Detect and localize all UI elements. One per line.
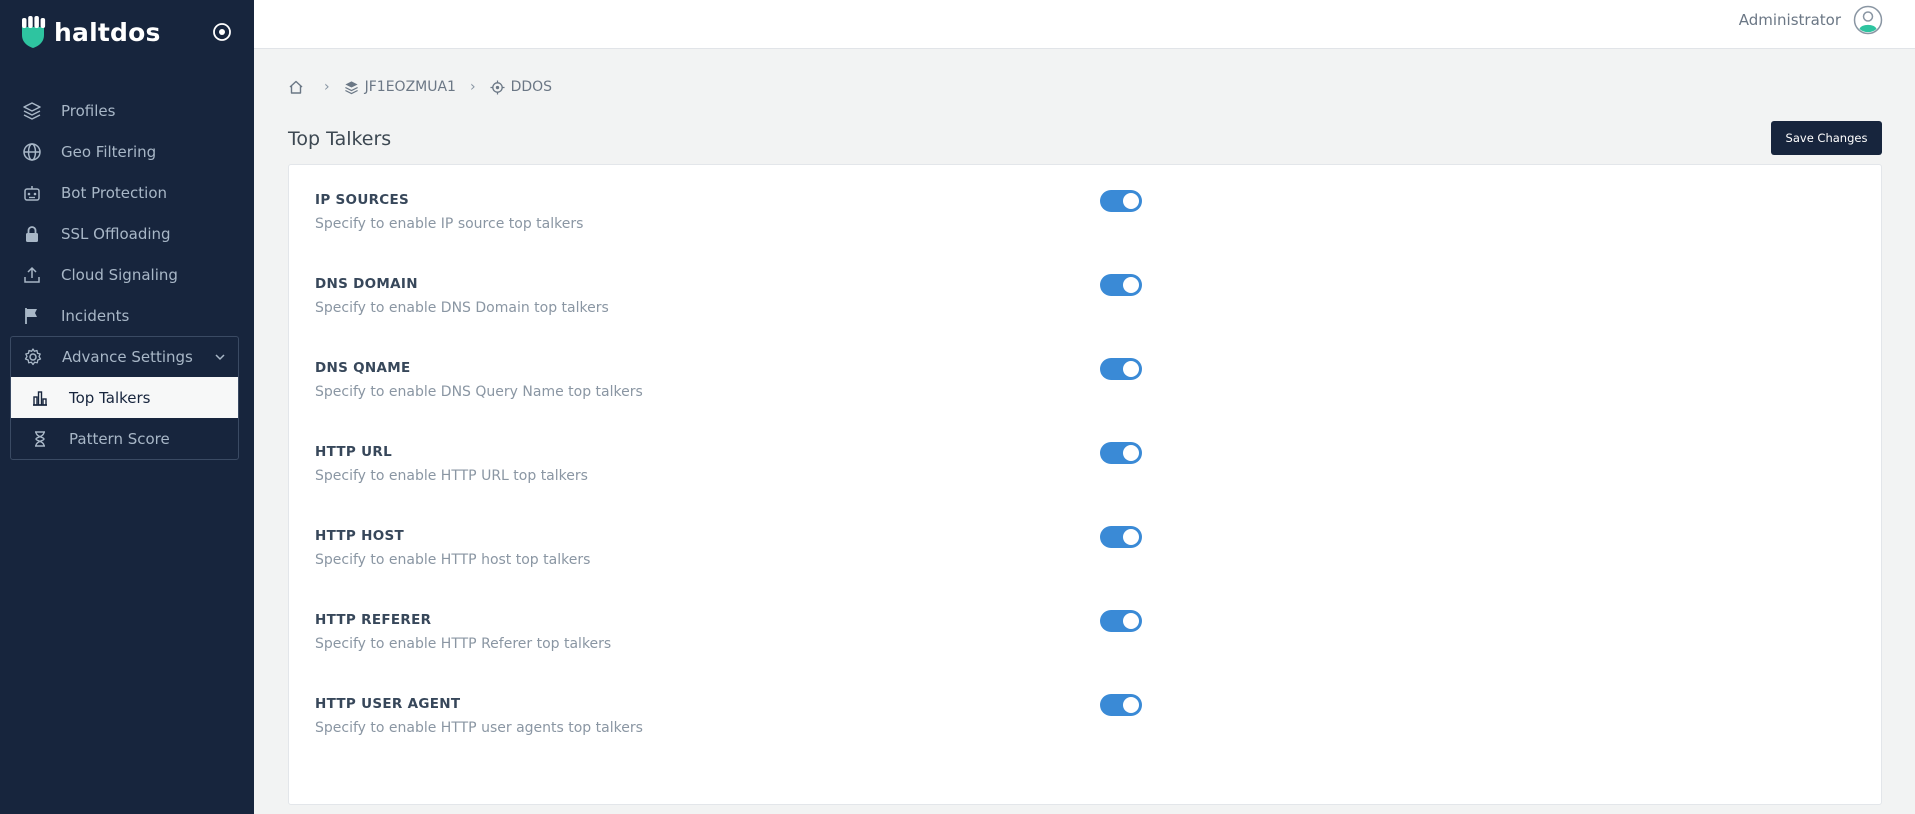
http-host-toggle[interactable] bbox=[1100, 526, 1142, 548]
sidebar-item-label: Advance Settings bbox=[62, 348, 193, 366]
setting-description: Specify to enable IP source top talkers bbox=[315, 216, 584, 232]
breadcrumb-module-label: DDOS bbox=[510, 79, 553, 95]
page-title: Top Talkers bbox=[288, 128, 392, 150]
breadcrumb-separator: › bbox=[324, 79, 330, 95]
setting-http-host: HTTP HOST Specify to enable HTTP host to… bbox=[315, 526, 1215, 588]
dns-domain-toggle[interactable] bbox=[1100, 274, 1142, 296]
user-name: Administrator bbox=[1738, 11, 1841, 29]
setting-title: HTTP HOST bbox=[315, 528, 405, 544]
robot-icon bbox=[22, 183, 42, 203]
sidebar-item-advance-settings[interactable]: Advance Settings bbox=[11, 337, 238, 377]
setting-http-user-agent: HTTP USER AGENT Specify to enable HTTP u… bbox=[315, 694, 1215, 756]
setting-description: Specify to enable DNS Domain top talkers bbox=[315, 300, 609, 316]
setting-http-referer: HTTP REFERER Specify to enable HTTP Refe… bbox=[315, 610, 1215, 672]
sidebar-item-label: Geo Filtering bbox=[61, 142, 157, 161]
setting-ip-sources: IP SOURCES Specify to enable IP source t… bbox=[315, 190, 1215, 252]
sidebar-item-geo-filtering[interactable]: Geo Filtering bbox=[10, 131, 239, 172]
breadcrumb: › JF1EOZMUA1 › DDOS bbox=[288, 76, 552, 98]
globe-icon bbox=[22, 142, 42, 162]
breadcrumb-profile-label: JF1EOZMUA1 bbox=[364, 79, 456, 95]
setting-title: HTTP REFERER bbox=[315, 612, 432, 628]
sidebar-item-label: Incidents bbox=[61, 306, 130, 325]
setting-dns-qname: DNS QNAME Specify to enable DNS Query Na… bbox=[315, 358, 1215, 420]
avatar-icon[interactable] bbox=[1853, 5, 1883, 35]
setting-title: HTTP USER AGENT bbox=[315, 696, 461, 712]
setting-title: IP SOURCES bbox=[315, 192, 410, 208]
sidebar-item-label: Bot Protection bbox=[61, 183, 168, 202]
user-menu[interactable]: Administrator bbox=[1739, 4, 1883, 36]
toggle-knob bbox=[1123, 361, 1139, 377]
toggle-knob bbox=[1123, 193, 1139, 209]
sidebar-item-label: SSL Offloading bbox=[61, 224, 171, 243]
toggle-knob bbox=[1123, 697, 1139, 713]
setting-description: Specify to enable HTTP Referer top talke… bbox=[315, 636, 612, 652]
sidebar-item-ssl-offloading[interactable]: SSL Offloading bbox=[10, 213, 239, 254]
collapse-sidebar-button[interactable] bbox=[210, 20, 234, 44]
upload-icon bbox=[22, 265, 42, 285]
sidebar-item-label: Cloud Signaling bbox=[61, 265, 178, 284]
http-user-agent-toggle[interactable] bbox=[1100, 694, 1142, 716]
setting-title: HTTP URL bbox=[315, 444, 392, 460]
sidebar-subitem-top-talkers[interactable]: Top Talkers bbox=[11, 377, 238, 418]
toggle-knob bbox=[1123, 613, 1139, 629]
sidebar-item-profiles[interactable]: Profiles bbox=[10, 90, 239, 131]
settings-card: IP SOURCES Specify to enable IP source t… bbox=[288, 164, 1882, 805]
breadcrumb-module[interactable]: DDOS bbox=[490, 79, 552, 95]
crosshair-icon bbox=[490, 79, 505, 95]
sidebar-item-label: Profiles bbox=[61, 101, 116, 120]
sidebar-subitem-label: Pattern Score bbox=[69, 429, 170, 448]
lock-icon bbox=[22, 224, 42, 244]
sidebar-nav: Profiles Geo Filtering Bot Protection SS… bbox=[10, 90, 239, 460]
hourglass-icon bbox=[30, 429, 50, 449]
breadcrumb-profile[interactable]: JF1EOZMUA1 bbox=[344, 79, 456, 95]
sidebar-item-bot-protection[interactable]: Bot Protection bbox=[10, 172, 239, 213]
sidebar: haltdos Profiles Geo Filtering Bot Prote… bbox=[0, 0, 254, 814]
toggle-knob bbox=[1123, 529, 1139, 545]
breadcrumb-separator: › bbox=[469, 79, 476, 95]
bar-chart-icon bbox=[30, 388, 50, 408]
setting-description: Specify to enable DNS Query Name top tal… bbox=[315, 384, 643, 400]
sidebar-group-advance-settings: Advance Settings Top Talkers Pattern Sco… bbox=[10, 336, 239, 460]
dns-qname-toggle[interactable] bbox=[1100, 358, 1142, 380]
home-icon bbox=[289, 80, 303, 94]
chevron-down-icon bbox=[215, 354, 225, 361]
haltdos-logo-icon bbox=[22, 16, 46, 48]
sidebar-subitem-label: Top Talkers bbox=[69, 388, 151, 407]
http-url-toggle[interactable] bbox=[1100, 442, 1142, 464]
ip-sources-toggle[interactable] bbox=[1100, 190, 1142, 212]
flag-icon bbox=[22, 306, 42, 326]
brand-name: haltdos bbox=[54, 17, 161, 47]
save-changes-button[interactable]: Save Changes bbox=[1771, 121, 1882, 155]
breadcrumb-home[interactable] bbox=[288, 79, 310, 95]
toggle-knob bbox=[1123, 445, 1139, 461]
http-referer-toggle[interactable] bbox=[1100, 610, 1142, 632]
target-icon bbox=[213, 23, 231, 41]
setting-dns-domain: DNS DOMAIN Specify to enable DNS Domain … bbox=[315, 274, 1215, 336]
gear-icon bbox=[23, 347, 43, 367]
setting-description: Specify to enable HTTP user agents top t… bbox=[315, 720, 643, 736]
setting-description: Specify to enable HTTP host top talkers bbox=[315, 552, 591, 568]
sidebar-subitem-pattern-score[interactable]: Pattern Score bbox=[11, 418, 238, 459]
top-bar: Administrator bbox=[254, 0, 1915, 49]
brand[interactable]: haltdos bbox=[18, 14, 161, 50]
setting-title: DNS QNAME bbox=[315, 360, 411, 376]
setting-description: Specify to enable HTTP URL top talkers bbox=[315, 468, 588, 484]
layers-icon bbox=[22, 101, 42, 121]
sidebar-item-cloud-signaling[interactable]: Cloud Signaling bbox=[10, 254, 239, 295]
toggle-knob bbox=[1123, 277, 1139, 293]
sidebar-item-incidents[interactable]: Incidents bbox=[10, 295, 239, 336]
setting-title: DNS DOMAIN bbox=[315, 276, 418, 292]
setting-http-url: HTTP URL Specify to enable HTTP URL top … bbox=[315, 442, 1215, 504]
layers-icon bbox=[344, 80, 358, 94]
